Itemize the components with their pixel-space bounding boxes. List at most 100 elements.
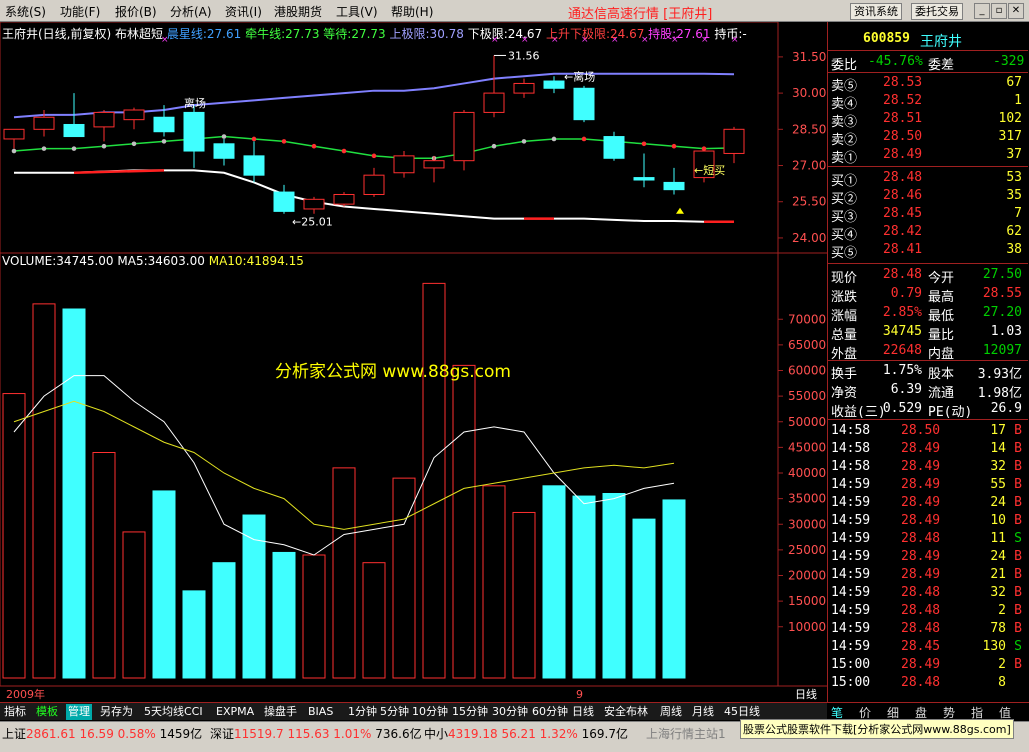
indicator-value-4: 下极限:24.67 xyxy=(463,27,543,41)
candle-up xyxy=(723,128,745,154)
volume-tick-label: 10000 xyxy=(788,620,826,634)
volume-tick-label: 55000 xyxy=(788,389,826,403)
fundamental-row[interactable]: 收益(三) 0.529 PE(动) 26.9 xyxy=(828,400,1028,420)
news-system-button[interactable]: 资讯系统 xyxy=(850,3,902,20)
tab-17[interactable]: 周线 xyxy=(658,704,684,720)
tick-row[interactable]: 14:59 28.48 32 B xyxy=(828,584,1028,602)
sell-level-1[interactable]: 卖① 28.49 37 xyxy=(828,146,1028,166)
close-icon[interactable]: ✕ xyxy=(1008,3,1024,19)
stat-row[interactable]: 总量 34745 量比 1.03 xyxy=(828,323,1028,343)
tick-row[interactable]: 14:59 28.49 21 B xyxy=(828,566,1028,584)
menu-tools[interactable]: 工具(V) xyxy=(336,3,378,20)
tick-row[interactable]: 14:59 28.45 130 S xyxy=(828,638,1028,656)
volume-bar-up xyxy=(332,467,356,679)
sell-level-4[interactable]: 卖④ 28.52 1 xyxy=(828,92,1028,112)
buy-level-2[interactable]: 买② 28.46 35 xyxy=(828,187,1028,207)
tab-9[interactable]: 1分钟 xyxy=(346,704,379,720)
tick-row[interactable]: 14:59 28.48 78 B xyxy=(828,620,1028,638)
tab-1[interactable]: 模板 xyxy=(34,704,60,720)
stat-row[interactable]: 涨幅 2.85% 最低 27.20 xyxy=(828,304,1028,324)
volume-bar-down xyxy=(152,490,176,679)
tab-12[interactable]: 15分钟 xyxy=(450,704,490,720)
tick-row[interactable]: 14:58 28.50 17 B xyxy=(828,422,1028,440)
sme-index[interactable]: 中小4319.18 56.21 1.32% 169.7亿 xyxy=(424,725,628,742)
tab-5[interactable]: CCI xyxy=(182,704,205,720)
mid-line-dot xyxy=(341,148,347,154)
buy-level-3[interactable]: 买③ 28.45 7 xyxy=(828,205,1028,225)
menu-hk-futures[interactable]: 港股期货 xyxy=(274,3,322,20)
sell-level-3[interactable]: 卖③ 28.51 102 xyxy=(828,110,1028,130)
indicator-value-0: 晨星线:27.61 xyxy=(166,27,242,41)
volume-bar-down xyxy=(662,499,686,679)
tick-row[interactable]: 15:00 28.49 2 B xyxy=(828,656,1028,674)
volume-chart-header: VOLUME:34745.00 MA5:34603.00 MA10:41894.… xyxy=(2,254,304,268)
menu-quote[interactable]: 报价(B) xyxy=(115,3,157,20)
tab-7[interactable]: 操盘手 xyxy=(262,704,299,720)
restore-icon[interactable]: ▫ xyxy=(991,3,1007,19)
x-axis-label: 9 xyxy=(576,688,583,701)
fundamental-row[interactable]: 换手 1.75% 股本 3.93亿 xyxy=(828,362,1028,382)
tab-4[interactable]: 5天均线 xyxy=(142,704,186,720)
tick-row[interactable]: 14:59 28.49 24 B xyxy=(828,548,1028,566)
trade-button[interactable]: 委托交易 xyxy=(911,3,963,20)
tick-row[interactable]: 14:59 28.48 11 S xyxy=(828,530,1028,548)
tab-19[interactable]: 45日线 xyxy=(722,704,762,720)
volume-bar-down xyxy=(212,562,236,679)
tab-18[interactable]: 月线 xyxy=(690,704,716,720)
tab-11[interactable]: 10分钟 xyxy=(410,704,450,720)
menu-system[interactable]: 系统(S) xyxy=(5,3,46,20)
volume-bar-down xyxy=(62,308,86,679)
candle-up xyxy=(93,111,115,128)
tick-row[interactable]: 14:58 28.49 14 B xyxy=(828,440,1028,458)
menu-help[interactable]: 帮助(H) xyxy=(391,3,433,20)
mid-line-dot xyxy=(521,139,527,144)
tab-14[interactable]: 60分钟 xyxy=(530,704,570,720)
menu-info[interactable]: 资讯(I) xyxy=(225,3,262,20)
minimize-icon[interactable]: _ xyxy=(974,3,990,19)
volume-bar-down xyxy=(182,590,206,679)
volume-tick-label: 60000 xyxy=(788,364,826,378)
stat-row[interactable]: 外盘 22648 内盘 12097 xyxy=(828,342,1028,362)
tab-15[interactable]: 日线 xyxy=(570,704,596,720)
stat-row[interactable]: 涨跌 0.79 最高 28.55 xyxy=(828,285,1028,305)
tick-row[interactable]: 15:00 28.48 8 xyxy=(828,674,1028,692)
candle-up xyxy=(333,193,355,205)
buy-level-5[interactable]: 买⑤ 28.41 38 xyxy=(828,241,1028,261)
weibi-row: 委比 -45.76% 委差 -329 xyxy=(831,54,1025,73)
indicator-name[interactable]: 布林超短 xyxy=(115,27,163,41)
tab-8[interactable]: BIAS xyxy=(306,704,335,720)
menu-function[interactable]: 功能(F) xyxy=(60,3,100,20)
ad-banner[interactable]: 股票公式股票软件下载[分析家公式网www.88gs.com] xyxy=(740,719,1014,739)
sell-level-2[interactable]: 卖② 28.50 317 xyxy=(828,128,1028,148)
sh-index[interactable]: 上证2861.61 16.59 0.58% 1459亿 xyxy=(2,725,202,742)
app-title: 通达信高速行情 [王府井] xyxy=(568,7,713,22)
candle-up xyxy=(123,109,145,121)
tab-0[interactable]: 指标 xyxy=(2,704,28,720)
tick-row[interactable]: 14:59 28.49 10 B xyxy=(828,512,1028,530)
sell-level-5[interactable]: 卖⑤ 28.53 67 xyxy=(828,74,1028,94)
buy-level-4[interactable]: 买④ 28.42 62 xyxy=(828,223,1028,243)
tab-13[interactable]: 30分钟 xyxy=(490,704,530,720)
tab-6[interactable]: EXPMA xyxy=(214,704,256,720)
tab-3[interactable]: 另存为 xyxy=(98,704,135,720)
fundamental-row[interactable]: 净资 6.39 流通 1.98亿 xyxy=(828,381,1028,401)
candle-down xyxy=(153,116,175,133)
sz-index[interactable]: 深证11519.7 115.63 1.01% 736.6亿 xyxy=(210,725,422,742)
tick-row[interactable]: 14:59 28.48 2 B xyxy=(828,602,1028,620)
price-tick-label: 25.50 xyxy=(792,195,826,209)
volume-tick-label: 45000 xyxy=(788,440,826,454)
stat-row[interactable]: 现价 28.48 今开 27.50 xyxy=(828,266,1028,286)
tab-10[interactable]: 5分钟 xyxy=(378,704,411,720)
tick-row[interactable]: 14:58 28.49 32 B xyxy=(828,458,1028,476)
buy-level-1[interactable]: 买① 28.48 53 xyxy=(828,169,1028,189)
menu-analysis[interactable]: 分析(A) xyxy=(170,3,212,20)
candle-up xyxy=(33,116,55,130)
tick-row[interactable]: 14:59 28.49 55 B xyxy=(828,476,1028,494)
tab-16[interactable]: 安全布林 xyxy=(602,704,650,720)
tab-2[interactable]: 管理 xyxy=(66,704,92,720)
mid-line-dot xyxy=(251,136,257,142)
volume-tick-label: 15000 xyxy=(788,594,826,608)
candle-down xyxy=(213,143,235,159)
volume-bar-down xyxy=(272,551,296,679)
tick-row[interactable]: 14:59 28.49 24 B xyxy=(828,494,1028,512)
